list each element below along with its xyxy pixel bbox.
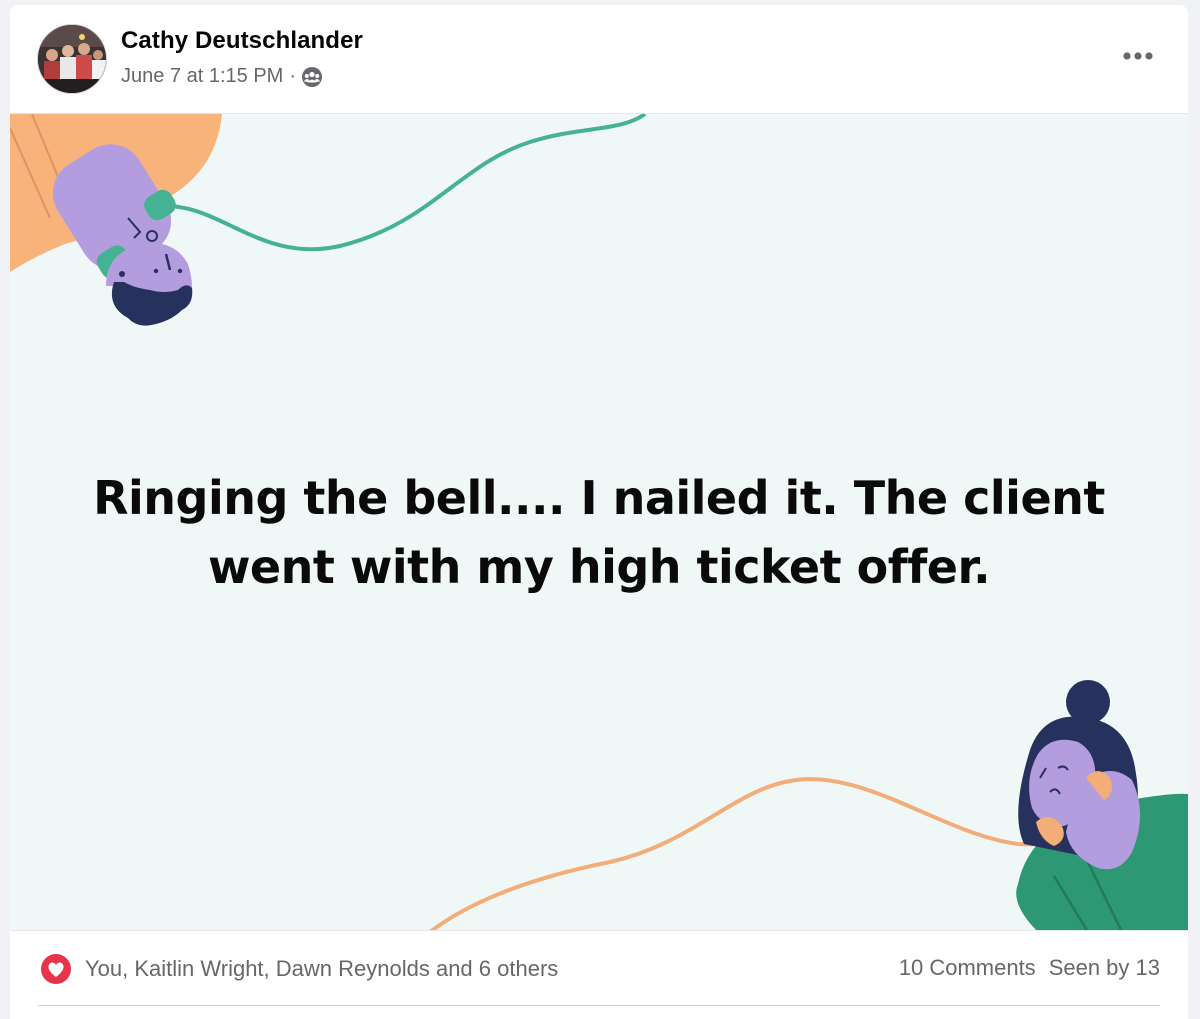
comments-count-link[interactable]: 10 Comments bbox=[899, 955, 1036, 981]
footer-divider bbox=[38, 1005, 1160, 1006]
phone-cord-top bbox=[159, 114, 647, 252]
reactions-text: You, Kaitlin Wright, Dawn Reynolds and 6… bbox=[85, 956, 559, 981]
post-timestamp[interactable]: June 7 at 1:15 PM bbox=[121, 65, 283, 88]
more-options-button[interactable] bbox=[1118, 40, 1158, 72]
author-avatar[interactable] bbox=[37, 24, 107, 94]
more-horizontal-icon bbox=[1123, 52, 1153, 60]
post-meta: June 7 at 1:15 PM · bbox=[121, 65, 323, 88]
post-image-text: Ringing the bell.... I nailed it. The cl… bbox=[93, 471, 1105, 594]
group-icon[interactable] bbox=[301, 66, 323, 88]
post-image[interactable]: Ringing the bell.... I nailed it. The cl… bbox=[10, 113, 1188, 931]
reactions-summary[interactable]: You, Kaitlin Wright, Dawn Reynolds and 6… bbox=[40, 953, 558, 985]
post-footer: You, Kaitlin Wright, Dawn Reynolds and 6… bbox=[10, 931, 1188, 1009]
avatar-photo bbox=[38, 25, 106, 93]
author-name[interactable]: Cathy Deutschlander bbox=[121, 27, 363, 55]
post-header: Cathy Deutschlander June 7 at 1:15 PM · bbox=[10, 5, 1188, 113]
seen-by-link[interactable]: Seen by 13 bbox=[1049, 955, 1160, 981]
meta-separator: · bbox=[289, 65, 296, 87]
phone-cord-bottom bbox=[429, 777, 1051, 930]
post-card: Cathy Deutschlander June 7 at 1:15 PM · bbox=[10, 5, 1188, 1019]
post-stats: 10 Comments Seen by 13 bbox=[899, 955, 1160, 981]
love-reaction-icon bbox=[40, 953, 72, 985]
